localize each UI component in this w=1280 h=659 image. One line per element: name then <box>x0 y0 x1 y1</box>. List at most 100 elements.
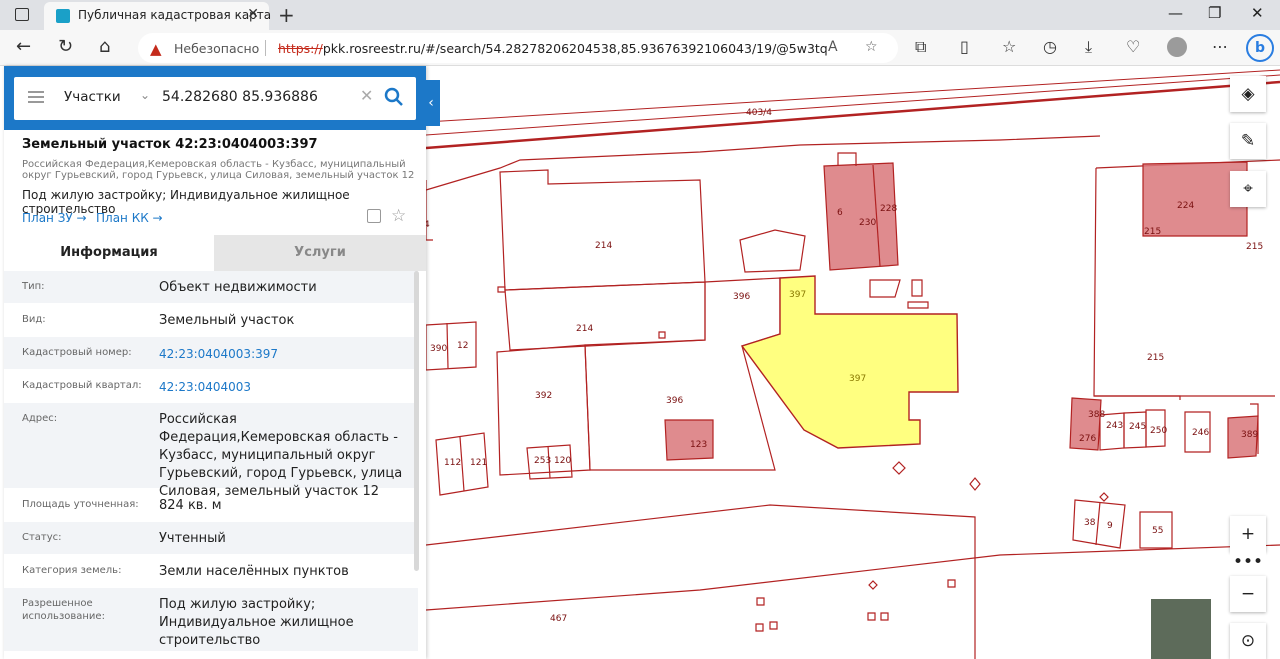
favorites-icon[interactable]: ☆ <box>1002 37 1016 56</box>
menu-icon[interactable] <box>28 91 44 103</box>
parcel-label: 388 <box>1088 410 1106 420</box>
tab-services[interactable]: Услуги <box>214 235 426 271</box>
minimize-icon[interactable]: — <box>1168 4 1183 22</box>
downloads-icon[interactable]: ⤓ <box>1085 37 1092 57</box>
parcel-label: 38 <box>1084 518 1096 528</box>
parcel-label: 215 <box>1147 353 1165 363</box>
separator <box>265 40 266 56</box>
tab-actions-icon[interactable] <box>15 8 29 21</box>
compass-icon[interactable]: ⊙ <box>1230 623 1266 659</box>
site-favicon-icon <box>56 9 70 23</box>
history-icon[interactable]: ◷ <box>1043 37 1057 56</box>
back-icon[interactable]: ← <box>16 36 31 57</box>
parcel-label: 214 <box>595 241 613 251</box>
parcel-label: 397 <box>789 290 807 300</box>
zoom-out-button[interactable]: − <box>1230 576 1266 612</box>
security-label[interactable]: Небезопасно <box>174 41 259 56</box>
parcel-label: 250 <box>1150 426 1168 436</box>
parcel-label: 253 <box>534 456 552 466</box>
profile-avatar[interactable] <box>1167 37 1187 57</box>
parcel-label: 230 <box>859 218 877 228</box>
table-row: Категория земель: Земли населённых пункт… <box>4 555 418 588</box>
table-row: Статус: Учтенный <box>4 522 418 555</box>
plan-kk-link[interactable]: План КК → <box>96 211 163 225</box>
satellite-minimap[interactable] <box>1151 599 1211 659</box>
table-row: Адрес: Российская Федерация,Кемеровская … <box>4 403 418 499</box>
road-label: 403/4 <box>746 108 772 118</box>
url-text[interactable]: https://pkk.rosreestr.ru/#/search/54.282… <box>278 41 828 56</box>
warning-icon[interactable]: ▲ <box>150 40 162 58</box>
table-row: Разрешенное использование: Под жилую зас… <box>4 588 418 652</box>
table-row: Тип: Объект недвижимости <box>4 271 418 304</box>
parcel-label: 123 <box>690 440 708 450</box>
tab-close-icon[interactable]: ✕ <box>247 6 259 22</box>
favorite-star-icon[interactable]: ☆ <box>865 39 878 55</box>
table-row: Кадастровый номер: 42:23:0404003:397 <box>4 337 418 370</box>
parcel-label: 276 <box>1079 434 1097 444</box>
locate-icon[interactable]: ⌖ <box>1230 171 1266 207</box>
parcel-label: 12 <box>457 341 469 351</box>
object-title: Земельный участок 42:23:0404003:397 <box>22 137 318 152</box>
parcel-label: 243 <box>1106 421 1124 431</box>
home-icon[interactable]: ⌂ <box>99 36 110 57</box>
close-window-icon[interactable]: ✕ <box>1251 4 1264 22</box>
search-input[interactable]: 54.282680 85.936886 <box>162 89 318 105</box>
address-bar[interactable]: ▲ Небезопасно https://pkk.rosreestr.ru/#… <box>138 33 898 63</box>
parcel-label: 112 <box>444 458 462 468</box>
extensions-icon[interactable]: ⧉ <box>915 37 926 57</box>
selected-parcel-label: 397 <box>849 374 867 384</box>
parcel-label: 390 <box>430 344 448 354</box>
parcel-label: 6 <box>837 208 843 218</box>
parcel-label: 245 <box>1129 422 1147 432</box>
read-aloud-icon[interactable]: A <box>828 39 838 55</box>
info-panel: Участки ⌄ 54.282680 85.936886 ✕ Земельны… <box>4 66 426 659</box>
panel-scrollbar[interactable] <box>414 271 419 571</box>
parcel-label: 396 <box>733 292 751 302</box>
layers-icon[interactable]: ◈ <box>1230 76 1266 112</box>
cadastral-quarter-link[interactable]: 42:23:0404003 <box>159 370 418 404</box>
tab-info[interactable]: Информация <box>4 235 214 271</box>
parcel-label: 121 <box>470 458 488 468</box>
parcel-label: 396 <box>666 396 684 406</box>
parcel-label: 120 <box>554 456 572 466</box>
zoom-in-button[interactable]: + <box>1230 516 1266 552</box>
info-table: Тип: Объект недвижимости Вид: Земельный … <box>4 271 418 652</box>
collapse-panel-button[interactable]: ‹ <box>422 80 440 126</box>
parcel-label: 392 <box>535 391 553 401</box>
browser-toolbar: ← ↻ ⌂ ▲ Небезопасно https://pkk.rosreest… <box>0 30 1280 66</box>
maximize-icon[interactable]: ❐ <box>1208 4 1221 22</box>
parcel-label: 55 <box>1152 526 1164 536</box>
plan-zu-link[interactable]: План ЗУ → <box>22 211 87 225</box>
search-header: Участки ⌄ 54.282680 85.936886 ✕ <box>4 66 426 130</box>
search-box[interactable]: Участки ⌄ 54.282680 85.936886 ✕ <box>14 77 416 120</box>
browser-tab[interactable]: Публичная кадастровая карта ✕ <box>44 2 272 30</box>
tab-title: Публичная кадастровая карта <box>78 8 272 22</box>
layer-select[interactable]: Участки <box>64 89 121 105</box>
split-screen-icon[interactable]: ▯ <box>960 37 969 56</box>
reload-icon[interactable]: ↻ <box>58 36 73 57</box>
table-row: Вид: Земельный участок <box>4 304 418 337</box>
browser-tab-bar: Публичная кадастровая карта ✕ + — ❐ ✕ <box>0 0 1280 30</box>
star-icon[interactable]: ☆ <box>391 206 406 226</box>
parcel-label: 214 <box>576 324 594 334</box>
table-row: Площадь уточненная: 824 кв. м <box>4 489 418 522</box>
parcel-label: 215 <box>1144 227 1162 237</box>
cadastral-number-link[interactable]: 42:23:0404003:397 <box>159 337 418 371</box>
panel-tabs: Информация Услуги <box>4 235 426 271</box>
more-tools-icon[interactable]: ••• <box>1230 552 1266 576</box>
table-row: Кадастровый квартал: 42:23:0404003 <box>4 370 418 403</box>
ruler-icon[interactable]: ✎ <box>1230 123 1266 159</box>
parcel-label: 246 <box>1192 428 1210 438</box>
performance-icon[interactable]: ♡ <box>1126 37 1140 56</box>
document-search-icon[interactable] <box>367 209 381 223</box>
road-label-2: 467 <box>550 614 568 624</box>
search-icon[interactable] <box>382 85 406 109</box>
more-menu-icon[interactable]: ⋯ <box>1212 37 1228 56</box>
new-tab-icon[interactable]: + <box>278 3 295 27</box>
parcel-label: 9 <box>1107 521 1113 531</box>
chevron-down-icon[interactable]: ⌄ <box>140 88 150 102</box>
parcel-label: 224 <box>1177 201 1195 211</box>
clear-icon[interactable]: ✕ <box>360 86 373 105</box>
copilot-icon[interactable]: b <box>1246 34 1274 62</box>
object-address: Российская Федерация,Кемеровская область… <box>22 159 415 181</box>
